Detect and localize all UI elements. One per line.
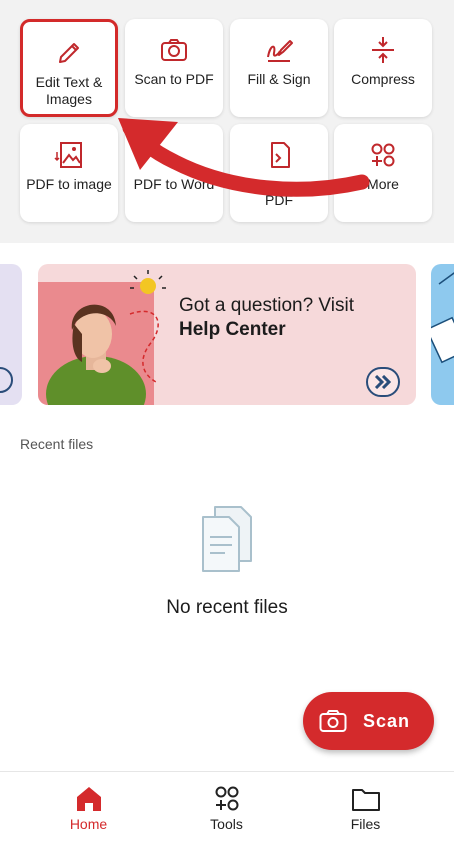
tool-label: PDF to image xyxy=(26,176,112,192)
tool-fill-sign[interactable]: Fill & Sign xyxy=(230,19,328,117)
tool-label: Fill & Sign xyxy=(247,71,311,87)
camera-icon xyxy=(161,39,187,61)
help-center-banner[interactable]: Got a question? Visit Help Center xyxy=(38,264,416,405)
nav-files[interactable]: Files xyxy=(290,772,441,842)
folder-icon xyxy=(351,789,380,811)
compress-icon xyxy=(372,37,394,63)
more-icon xyxy=(371,143,395,167)
carousel-card-next[interactable] xyxy=(431,264,454,405)
nav-tools[interactable]: Tools xyxy=(151,772,302,842)
tool-label: Compress xyxy=(351,71,415,87)
pencil-icon xyxy=(59,43,79,63)
tool-more[interactable]: More xyxy=(334,124,432,222)
tool-compress[interactable]: Compress xyxy=(334,19,432,117)
carousel-card-prev[interactable] xyxy=(0,264,22,405)
pdf-to-word-icon xyxy=(159,140,189,170)
nav-home[interactable]: Home xyxy=(13,772,164,842)
signature-icon xyxy=(267,40,293,62)
banner-next-button[interactable] xyxy=(366,367,400,397)
nav-label: Home xyxy=(69,816,108,832)
tools-panel: Edit Text & Images Scan to PDF Fill & Si… xyxy=(0,0,454,243)
no-recent-files-text: No recent files xyxy=(166,597,288,618)
pdf-to-image-icon xyxy=(54,142,82,168)
banner-line1: Got a question? Visit xyxy=(179,295,354,316)
empty-documents-icon xyxy=(202,506,252,572)
home-icon xyxy=(76,787,101,811)
nav-label: Tools xyxy=(210,816,243,832)
banner-text: Got a question? Visit Help Center xyxy=(179,294,399,342)
woman-thinking-illustration xyxy=(38,270,166,405)
recent-files-title: Recent files xyxy=(20,436,94,452)
tool-pdf[interactable]: PDF xyxy=(230,124,328,222)
bottom-nav: Home Tools Files xyxy=(0,771,454,842)
double-chevron-right-icon xyxy=(374,375,392,389)
tool-edit-text-images[interactable]: Edit Text & Images xyxy=(20,19,118,117)
tool-label: Edit Text & Images xyxy=(35,74,103,107)
tool-pdf-to-word[interactable]: PDF to Word xyxy=(125,124,223,222)
tools-icon xyxy=(215,786,238,811)
document-icon xyxy=(271,142,290,168)
tool-scan-to-pdf[interactable]: Scan to PDF xyxy=(125,19,223,117)
banner-line2: Help Center xyxy=(179,319,286,340)
tool-label: More xyxy=(367,176,399,192)
nav-label: Files xyxy=(350,816,381,832)
tool-pdf-to-image[interactable]: PDF to image xyxy=(20,124,118,222)
scan-button[interactable]: Scan xyxy=(303,692,434,750)
tool-label: PDF xyxy=(265,192,293,208)
camera-icon xyxy=(319,710,347,732)
tool-label: Scan to PDF xyxy=(134,71,214,87)
tool-label: PDF to Word xyxy=(133,176,215,192)
scan-button-label: Scan xyxy=(363,710,411,731)
